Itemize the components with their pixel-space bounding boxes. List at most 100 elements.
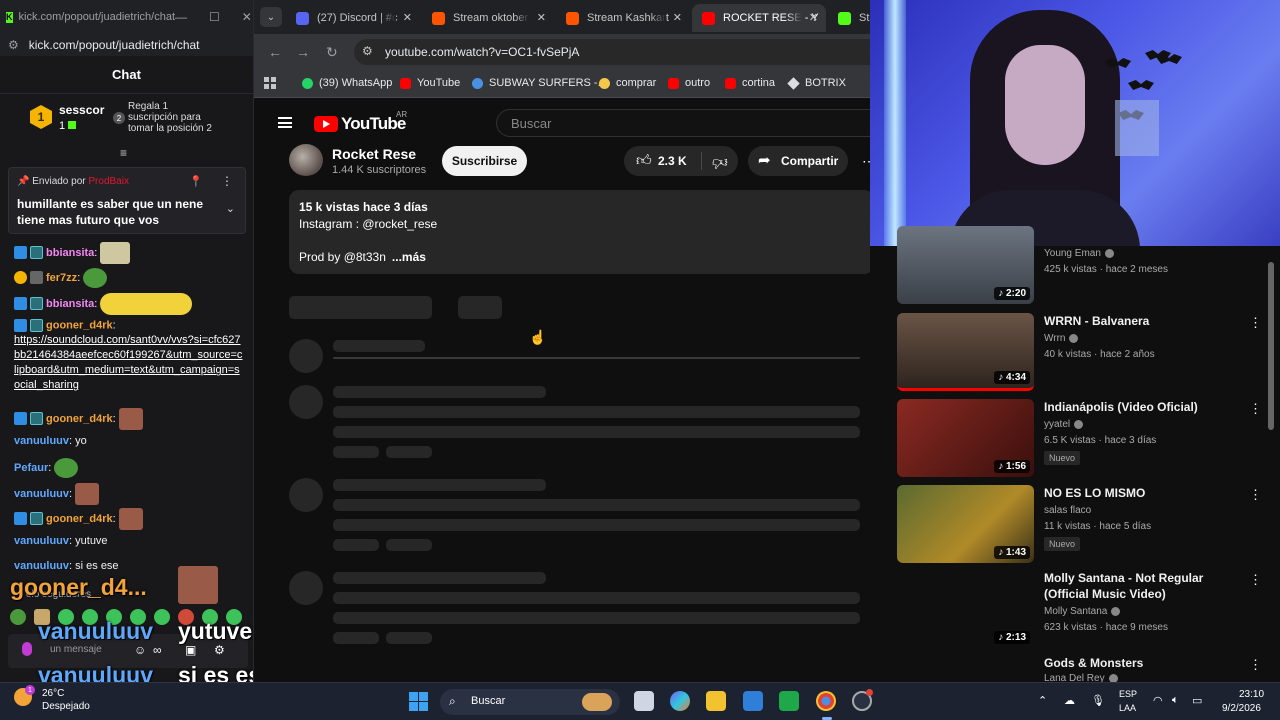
chat-username[interactable]: vanuuluuv: [14, 488, 69, 500]
keyboard-layout[interactable]: LAA: [1119, 703, 1136, 713]
close-tab-icon[interactable]: ✕: [673, 11, 682, 24]
video-thumbnail[interactable]: ♪ 2:20: [897, 226, 1034, 304]
file-explorer-icon[interactable]: [706, 691, 726, 711]
recommended-video[interactable]: ♪ 4:34 WRRN - Balvanera Wrrn 40 k vistas…: [897, 313, 1280, 393]
bookmark-whatsapp[interactable]: (39) WhatsApp: [302, 77, 392, 89]
recommended-video[interactable]: ♪ 1:56 Indianápolis (Video Oficial) yyat…: [897, 399, 1280, 479]
close-tab-icon[interactable]: ✕: [809, 11, 818, 24]
emote-icon[interactable]: [154, 609, 170, 625]
bookmark-subway-surfers[interactable]: SUBWAY SURFERS -...: [472, 77, 607, 89]
like-count[interactable]: 2.3 K: [658, 154, 687, 168]
bookmark-comprar[interactable]: comprar: [599, 77, 656, 89]
menu-icon[interactable]: [278, 117, 292, 128]
channel-avatar[interactable]: [289, 144, 323, 176]
video-thumbnail[interactable]: ♪ 1:56: [897, 399, 1034, 477]
volume-icon[interactable]: 🔈︎: [1172, 694, 1179, 707]
weather-icon[interactable]: 1: [14, 685, 35, 706]
wifi-icon[interactable]: ◠: [1153, 694, 1163, 707]
copilot-icon[interactable]: [670, 691, 690, 711]
dislike-icon[interactable]: 👍︎: [712, 153, 728, 171]
site-info-icon[interactable]: ⚙: [8, 38, 19, 52]
chat-username[interactable]: gooner_d4rk: [46, 319, 113, 331]
tab-rocket-rese[interactable]: ROCKET RESE - Y ✕: [692, 4, 826, 32]
address-bar[interactable]: ⚙ youtube.com/watch?v=OC1-fvSePjA: [354, 39, 870, 65]
scrollbar-thumb[interactable]: [1268, 262, 1274, 430]
video-description[interactable]: 15 k vistas hace 3 días Instagram : @roc…: [289, 190, 870, 274]
video-thumbnail[interactable]: ♪ 1:43: [897, 485, 1034, 563]
back-icon[interactable]: ←: [268, 44, 282, 60]
close-icon[interactable]: ✕: [242, 10, 252, 24]
infinity-icon[interactable]: ∞: [153, 643, 162, 657]
clock-date[interactable]: 9/2/2026: [1222, 703, 1261, 714]
video-title[interactable]: Molly Santana - Not Regular (Official Mu…: [1044, 570, 1229, 602]
video-menu-icon[interactable]: ⋮: [1249, 315, 1262, 331]
cloud-icon[interactable]: ☁: [1064, 694, 1075, 707]
bookmark-botrix[interactable]: BOTRIX: [787, 76, 846, 90]
video-menu-icon[interactable]: ⋮: [1249, 657, 1262, 673]
reload-icon[interactable]: ↻: [326, 44, 338, 61]
microphone-icon[interactable]: [22, 642, 32, 656]
bookmark-outro[interactable]: outro: [668, 77, 710, 89]
gift-leaderboard[interactable]: 1 sesscor 1 2 Regala 1 suscripción para …: [30, 100, 240, 140]
video-thumbnail[interactable]: ♪ 4:34: [897, 313, 1034, 391]
maximize-icon[interactable]: ☐: [209, 10, 220, 24]
emote-icon[interactable]: [10, 609, 26, 625]
video-menu-icon[interactable]: ⋮: [1249, 487, 1262, 503]
pinned-message[interactable]: 📌 Enviado por ProdBaix 📍 ⋮ humillante es…: [8, 167, 246, 234]
weather-description[interactable]: Despejado: [42, 701, 90, 712]
channel-name[interactable]: Rocket Rese: [332, 146, 416, 162]
video-title[interactable]: Indianápolis (Video Oficial): [1044, 399, 1229, 415]
close-tab-icon[interactable]: ✕: [403, 11, 412, 24]
settings-gear-icon[interactable]: ⚙: [214, 643, 225, 657]
video-thumbnail[interactable]: ♪ 2:13: [897, 570, 1034, 648]
video-menu-icon[interactable]: ⋮: [1249, 401, 1262, 417]
tab-stream-kick[interactable]: Stre: [828, 4, 870, 32]
video-title[interactable]: WRRN - Balvanera: [1044, 313, 1229, 329]
forward-icon[interactable]: →: [296, 44, 310, 60]
apps-grid-icon[interactable]: [264, 77, 276, 89]
bookmark-youtube[interactable]: YouTube: [400, 77, 460, 89]
close-tab-icon[interactable]: ✕: [537, 11, 546, 24]
recommended-video[interactable]: ♪ 2:20 Young Eman 425 k vistas · hace 2 …: [897, 226, 1280, 306]
more-actions-icon[interactable]: ⋯: [862, 153, 870, 170]
tab-stream-oktober[interactable]: Stream oktober ✕: [422, 4, 554, 32]
temperature[interactable]: 26°C: [42, 688, 64, 699]
chevron-down-icon[interactable]: ⌄: [226, 202, 235, 215]
battery-icon[interactable]: ▭: [1192, 694, 1202, 707]
chat-username[interactable]: vanuuluuv: [14, 435, 69, 447]
emote-picker-icon[interactable]: ☺: [134, 643, 146, 657]
show-more-link[interactable]: ...más: [392, 250, 426, 264]
tray-chevron-icon[interactable]: ⌃: [1038, 694, 1047, 707]
recommended-video[interactable]: Gods & Monsters Lana Del Rey ⋮: [897, 655, 1280, 682]
bookmark-cortina[interactable]: cortina: [725, 77, 775, 89]
excel-app-icon[interactable]: [779, 691, 799, 711]
word-app-icon[interactable]: [743, 691, 763, 711]
taskbar-search[interactable]: ⌕ Buscar: [440, 689, 620, 715]
windows-start-icon[interactable]: [409, 692, 428, 711]
chat-username[interactable]: Pefaur: [14, 462, 48, 474]
input-language[interactable]: ESP: [1119, 689, 1137, 699]
mic-tray-icon[interactable]: 🎙︎: [1091, 694, 1105, 707]
video-menu-icon[interactable]: ⋮: [1249, 572, 1262, 588]
tab-stream-kashkart[interactable]: Stream Kashkart ✕: [556, 4, 690, 32]
share-button[interactable]: ➦ Compartir: [748, 146, 848, 176]
site-info-icon[interactable]: ⚙: [362, 44, 373, 58]
youtube-logo-icon[interactable]: [314, 116, 338, 132]
chat-username[interactable]: fer7zz: [46, 272, 77, 284]
minimize-icon[interactable]: —: [175, 10, 187, 24]
tab-discord[interactable]: (27) Discord | #c ✕: [286, 4, 420, 32]
youtube-search-input[interactable]: Buscar: [496, 109, 870, 137]
chat-link[interactable]: https://soundcloud.com/sant0vv/vvs?si=cf…: [14, 333, 244, 393]
chat-username[interactable]: gooner_d4rk: [46, 413, 113, 425]
chat-username[interactable]: vanuuluuv: [14, 535, 69, 547]
like-icon[interactable]: 👍︎: [636, 152, 652, 170]
clock-time[interactable]: 23:10: [1239, 689, 1264, 700]
store-icon[interactable]: ▣: [185, 643, 196, 657]
recommended-video[interactable]: ♪ 2:13 Molly Santana - Not Regular (Offi…: [897, 570, 1280, 650]
tab-search-icon[interactable]: ⌄: [260, 7, 282, 27]
chrome-icon[interactable]: [816, 691, 836, 711]
chat-username[interactable]: bbiansita: [46, 298, 94, 310]
kick-url-bar[interactable]: ⚙ kick.com/popout/juadietrich/chat: [0, 34, 253, 56]
pin-icon[interactable]: 📍: [189, 175, 203, 188]
video-title[interactable]: NO ES LO MISMO: [1044, 485, 1229, 501]
